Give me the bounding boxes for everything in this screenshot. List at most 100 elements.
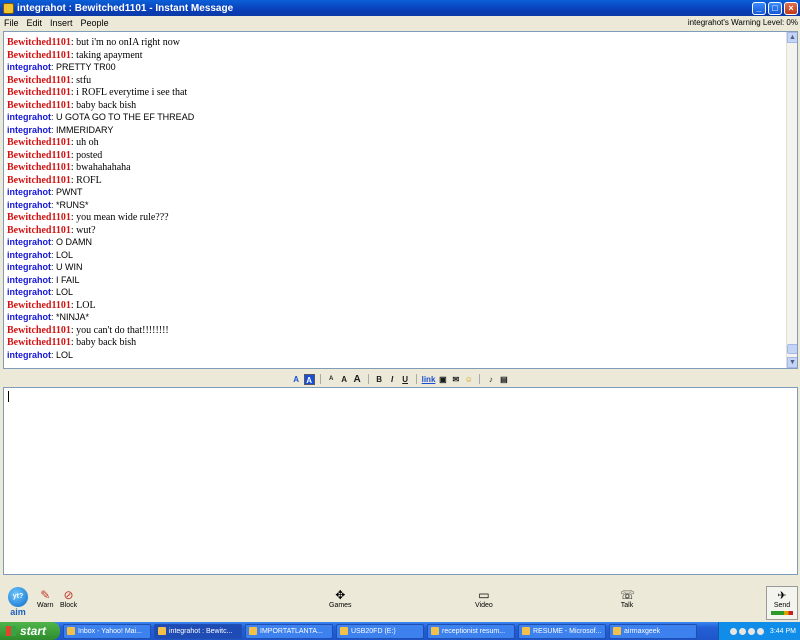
message-input[interactable] — [3, 387, 798, 575]
text-caret — [8, 391, 9, 402]
tray-icon[interactable] — [756, 627, 764, 635]
message-text: : I FAIL — [51, 274, 80, 285]
image-icon[interactable]: ▣ — [437, 374, 448, 385]
tray-icon[interactable] — [729, 627, 737, 635]
menu-edit[interactable]: Edit — [23, 18, 47, 28]
message-line: Bewitched1101: taking apayment — [7, 49, 782, 62]
screen-name[interactable]: integrahot — [7, 350, 51, 360]
menu-people[interactable]: People — [77, 18, 113, 28]
message-line: Bewitched1101: LOL — [7, 299, 782, 312]
tray-icon[interactable] — [747, 627, 755, 635]
warn-button[interactable]: ✎ Warn — [37, 588, 53, 609]
taskbar-item-label: RESUME - Microsof... — [533, 627, 602, 635]
screen-name[interactable]: Bewitched1101 — [7, 37, 71, 48]
attach-icon[interactable]: ▤ — [498, 374, 509, 385]
screen-name[interactable]: Bewitched1101 — [7, 137, 71, 148]
video-label: Video — [475, 602, 493, 609]
start-button[interactable]: start — [0, 622, 60, 640]
conversation-pane[interactable]: Bewitched1101: but i'm no onIA right now… — [3, 31, 798, 369]
underline-button[interactable]: U — [400, 374, 411, 385]
games-icon: ✥ — [335, 588, 346, 602]
screen-name[interactable]: integrahot — [7, 200, 51, 210]
minimize-button[interactable]: _ — [752, 1, 766, 15]
message-line: Bewitched1101: you mean wide rule??? — [7, 211, 782, 224]
screen-name[interactable]: Bewitched1101 — [7, 337, 71, 348]
taskbar-item[interactable]: RESUME - Microsof... — [518, 623, 606, 639]
message-line: Bewitched1101: baby back bish — [7, 99, 782, 112]
scroll-thumb[interactable] — [787, 344, 797, 354]
screen-name[interactable]: Bewitched1101 — [7, 100, 71, 111]
talk-button[interactable]: ☏ Talk — [620, 588, 636, 609]
block-button[interactable]: ⊘ Block — [60, 588, 77, 609]
screen-name[interactable]: Bewitched1101 — [7, 325, 71, 336]
screen-name[interactable]: Bewitched1101 — [7, 175, 71, 186]
sound-icon[interactable]: ♪ — [485, 374, 496, 385]
message-line: integrahot: U WIN — [7, 261, 782, 274]
message-text: : you mean wide rule??? — [70, 212, 169, 223]
screen-name[interactable]: Bewitched1101 — [7, 225, 71, 236]
message-text: : ROFL — [70, 174, 102, 186]
taskbar-item[interactable]: IMPORTATLANTA... — [245, 623, 333, 639]
video-button[interactable]: ▭ Video — [475, 588, 493, 609]
screen-name[interactable]: integrahot — [7, 62, 51, 72]
message-text: : but i'm no onIA right now — [70, 37, 180, 48]
screen-name[interactable]: Bewitched1101 — [7, 300, 71, 311]
screen-name[interactable]: Bewitched1101 — [7, 87, 71, 98]
scroll-up-icon[interactable]: ▲ — [787, 32, 797, 43]
message-text: : i ROFL everytime i see that — [70, 87, 188, 98]
title-bar[interactable]: integrahot : Bewitched1101 - Instant Mes… — [0, 0, 800, 16]
message-text: : O DAMN — [51, 237, 93, 247]
menu-insert[interactable]: Insert — [46, 18, 77, 28]
screen-name[interactable]: integrahot — [7, 262, 51, 272]
screen-name[interactable]: integrahot — [7, 237, 51, 247]
mail-icon[interactable]: ✉ — [450, 374, 461, 385]
text-color-icon[interactable]: A — [291, 374, 302, 385]
aim-logo-badge: yt? — [8, 587, 28, 607]
send-button[interactable]: ✈ Send — [766, 586, 798, 620]
conversation-scrollbar[interactable]: ▲ ▼ — [786, 32, 797, 368]
screen-name[interactable]: Bewitched1101 — [7, 150, 71, 161]
screen-name[interactable]: integrahot — [7, 287, 51, 297]
message-line: integrahot: I FAIL — [7, 274, 782, 287]
screen-name[interactable]: Bewitched1101 — [7, 75, 71, 86]
message-text: : posted — [70, 149, 103, 161]
format-toolbar: A A A A A B I U link ▣ ✉ ☺ ♪ ▤ — [0, 372, 800, 386]
tray-icon[interactable] — [738, 627, 746, 635]
decrease-font-icon[interactable]: A — [326, 374, 337, 385]
games-button[interactable]: ✥ Games — [329, 588, 352, 609]
close-button[interactable]: × — [784, 1, 798, 15]
taskbar-app-icon — [340, 627, 348, 635]
increase-font-icon[interactable]: A — [352, 374, 363, 385]
bold-button[interactable]: B — [374, 374, 385, 385]
taskbar-app-icon — [613, 627, 621, 635]
taskbar-item[interactable]: receptionist resum... — [427, 623, 515, 639]
screen-name[interactable]: integrahot — [7, 250, 51, 260]
talk-icon: ☏ — [620, 588, 636, 602]
screen-name[interactable]: integrahot — [7, 125, 51, 135]
taskbar-item[interactable]: integrahot : Bewitc... — [154, 623, 242, 639]
aim-logo[interactable]: yt? aim — [6, 587, 30, 619]
screen-name[interactable]: Bewitched1101 — [7, 162, 71, 173]
screen-name[interactable]: integrahot — [7, 275, 51, 285]
normal-font-icon[interactable]: A — [339, 374, 350, 385]
start-label: start — [20, 624, 47, 638]
taskbar-item[interactable]: airmaxgeek — [609, 623, 697, 639]
system-tray: 3:44 PM — [718, 622, 800, 640]
taskbar-item[interactable]: Inbox - Yahoo! Mai... — [63, 623, 151, 639]
smiley-icon[interactable]: ☺ — [463, 374, 474, 385]
background-color-icon[interactable]: A — [303, 373, 315, 385]
message-text: : U WIN — [51, 262, 83, 272]
screen-name[interactable]: Bewitched1101 — [7, 50, 71, 61]
screen-name[interactable]: integrahot — [7, 312, 51, 322]
screen-name[interactable]: integrahot — [7, 187, 51, 197]
screen-name[interactable]: Bewitched1101 — [7, 212, 71, 223]
taskbar-item[interactable]: USB20FD (E:) — [336, 623, 424, 639]
italic-button[interactable]: I — [387, 374, 398, 385]
maximize-button[interactable]: □ — [768, 1, 782, 15]
link-icon[interactable]: link — [422, 374, 436, 385]
taskbar: start Inbox - Yahoo! Mai... integrahot : … — [0, 622, 800, 640]
screen-name[interactable]: integrahot — [7, 112, 51, 122]
window-title: integrahot : Bewitched1101 - Instant Mes… — [17, 2, 234, 14]
scroll-down-icon[interactable]: ▼ — [787, 357, 797, 368]
menu-file[interactable]: File — [0, 18, 23, 28]
